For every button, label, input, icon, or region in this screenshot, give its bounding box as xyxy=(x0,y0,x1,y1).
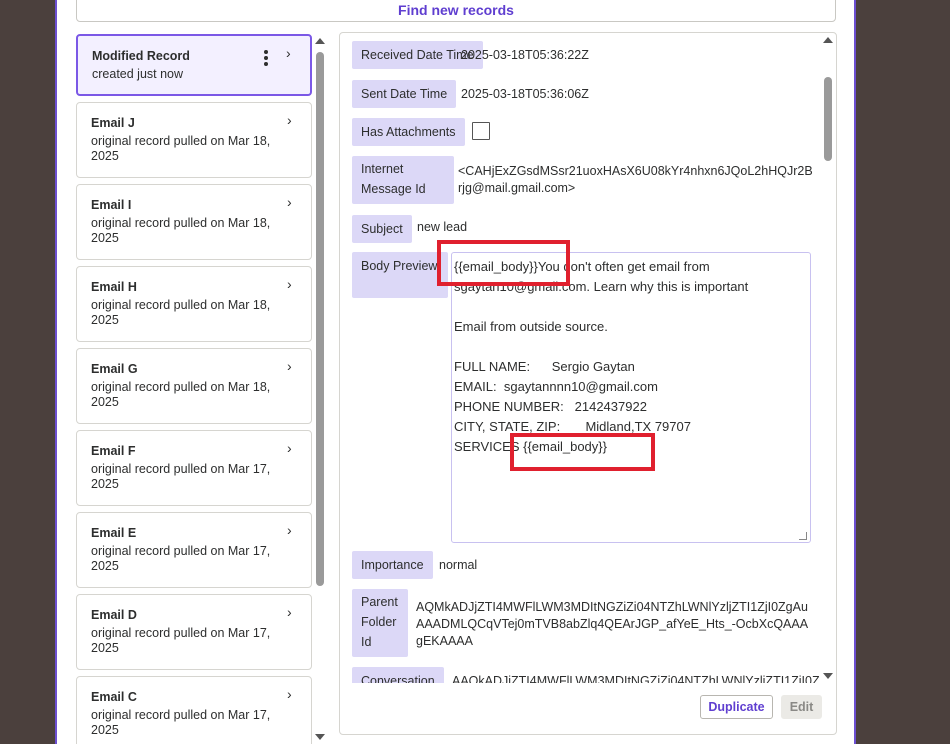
scrollbar-thumb[interactable] xyxy=(824,77,832,161)
message-id-label: Internet Message Id xyxy=(352,156,454,204)
record-item-modified[interactable]: Modified Record created just now › xyxy=(76,34,312,96)
scroll-down-arrow-icon[interactable] xyxy=(315,734,325,740)
record-subtitle: original record pulled on Mar 17, 2025 xyxy=(91,626,271,655)
parent-folder-label: Parent Folder Id xyxy=(352,589,408,657)
record-item-email-j[interactable]: Email J original record pulled on Mar 18… xyxy=(76,102,312,178)
record-list: Modified Record created just now › Email… xyxy=(76,34,314,744)
record-list-scrollbar[interactable] xyxy=(315,34,325,740)
chevron-right-icon: › xyxy=(287,112,292,128)
body-preview-label: Body Preview xyxy=(352,252,448,298)
chevron-right-icon: › xyxy=(287,440,292,456)
parent-folder-value: AQMkADJjZTI4MWFlLWM3MDItNGZiZi04NTZhLWNl… xyxy=(416,600,809,648)
more-options-icon[interactable] xyxy=(264,50,268,66)
record-subtitle: original record pulled on Mar 18, 2025 xyxy=(91,216,271,245)
resize-grip-icon[interactable] xyxy=(799,532,807,540)
record-subtitle: original record pulled on Mar 18, 2025 xyxy=(91,380,271,409)
record-name: Email H xyxy=(91,280,137,294)
detail-scrollbar[interactable] xyxy=(823,37,833,679)
importance-value: normal xyxy=(439,558,478,572)
record-subtitle: original record pulled on Mar 17, 2025 xyxy=(91,708,271,737)
record-name: Email E xyxy=(91,526,137,540)
received-date-value: 2025-03-18T05:36:22Z xyxy=(461,48,589,62)
chevron-right-icon: › xyxy=(287,358,292,374)
record-name: Email I xyxy=(91,198,132,212)
record-fields: Received Date Time 2025-03-18T05:36:22Z … xyxy=(340,33,820,683)
record-detail-panel: Received Date Time 2025-03-18T05:36:22Z … xyxy=(339,32,837,735)
scrollbar-thumb[interactable] xyxy=(316,52,324,586)
edit-button[interactable]: Edit xyxy=(781,695,822,719)
duplicate-button[interactable]: Duplicate xyxy=(700,695,773,719)
records-panel: Find new records Modified Record created… xyxy=(55,0,856,744)
record-name: Email G xyxy=(91,362,138,376)
record-subtitle: original record pulled on Mar 17, 2025 xyxy=(91,462,271,491)
record-subtitle: original record pulled on Mar 18, 2025 xyxy=(91,134,271,163)
record-item-email-d[interactable]: Email D original record pulled on Mar 17… xyxy=(76,594,312,670)
chevron-right-icon: › xyxy=(287,522,292,538)
sent-date-value: 2025-03-18T05:36:06Z xyxy=(461,87,589,101)
chevron-right-icon: › xyxy=(286,45,291,61)
record-name: Email F xyxy=(91,444,136,458)
find-new-records-button[interactable]: Find new records xyxy=(76,0,836,22)
chevron-right-icon: › xyxy=(287,604,292,620)
has-attachments-checkbox[interactable] xyxy=(472,122,490,140)
record-item-email-g[interactable]: Email G original record pulled on Mar 18… xyxy=(76,348,312,424)
scroll-up-arrow-icon[interactable] xyxy=(315,38,325,44)
conversation-value: AAQkADJjZTI4MWFlLWM3MDItNGZiZi04NTZhLWNl… xyxy=(452,674,820,683)
body-preview-textarea[interactable]: {{email_body}}You don't often get email … xyxy=(451,252,811,543)
record-name: Email J xyxy=(91,116,135,130)
importance-label: Importance xyxy=(352,551,433,579)
record-subtitle: original record pulled on Mar 18, 2025 xyxy=(91,298,271,327)
record-item-email-e[interactable]: Email E original record pulled on Mar 17… xyxy=(76,512,312,588)
record-item-email-c[interactable]: Email C original record pulled on Mar 17… xyxy=(76,676,312,744)
subject-label: Subject xyxy=(352,215,412,243)
record-subtitle: created just now xyxy=(92,67,184,81)
conversation-label: Conversation xyxy=(352,667,444,683)
record-item-email-h[interactable]: Email H original record pulled on Mar 18… xyxy=(76,266,312,342)
record-item-email-i[interactable]: Email I original record pulled on Mar 18… xyxy=(76,184,312,260)
find-new-records-label: Find new records xyxy=(398,1,514,18)
record-name: Email C xyxy=(91,690,137,704)
scroll-down-arrow-icon[interactable] xyxy=(823,673,833,679)
chevron-right-icon: › xyxy=(287,194,292,210)
has-attachments-label: Has Attachments xyxy=(352,118,465,146)
record-subtitle: original record pulled on Mar 17, 2025 xyxy=(91,544,271,573)
sent-date-label: Sent Date Time xyxy=(352,80,457,108)
record-item-email-f[interactable]: Email F original record pulled on Mar 17… xyxy=(76,430,312,506)
subject-value: new lead xyxy=(417,220,468,234)
record-name: Email D xyxy=(91,608,137,622)
chevron-right-icon: › xyxy=(287,686,292,702)
scroll-up-arrow-icon[interactable] xyxy=(823,37,833,43)
message-id-value: <CAHjExZGsdMSsr21uoxHAsX6U08kYr4nhxn6JQo… xyxy=(458,164,813,195)
chevron-right-icon: › xyxy=(287,276,292,292)
